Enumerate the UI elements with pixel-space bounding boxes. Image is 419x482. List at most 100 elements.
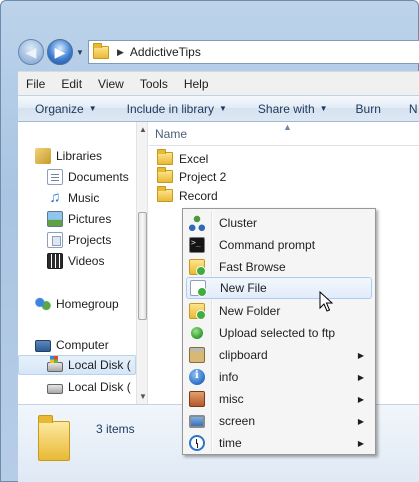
back-button[interactable]: ◀ — [18, 39, 44, 65]
homegroup-icon — [35, 296, 51, 312]
command-bar: Organize ▼ Include in library ▼ Share wi… — [18, 95, 419, 122]
column-header-name[interactable]: Name ▲ — [149, 122, 419, 146]
recent-pages-dropdown[interactable]: ▼ — [76, 48, 86, 58]
forward-button[interactable]: ▶ — [47, 39, 73, 65]
nav-item-pictures[interactable]: Pictures — [47, 209, 111, 229]
menu-item-cluster[interactable]: Cluster — [186, 212, 372, 234]
menu-item-label: misc — [219, 392, 244, 406]
menu-item-label: Command prompt — [219, 238, 316, 252]
documents-icon — [47, 169, 63, 185]
sort-ascending-icon: ▲ — [283, 122, 292, 132]
nav-item-label: Pictures — [68, 212, 112, 226]
misc-icon — [189, 391, 205, 407]
nav-libraries[interactable]: Libraries — [35, 146, 102, 166]
scroll-up-icon[interactable]: ▲ — [139, 125, 147, 134]
explorer-window: ◀ ▶ ▼ ▶ AddictiveTips File Edit View Too… — [0, 0, 419, 482]
scroll-thumb[interactable] — [138, 212, 147, 320]
menu-item-new-file[interactable]: New File — [186, 277, 372, 299]
computer-icon — [35, 340, 51, 352]
nav-pane-scrollbar[interactable]: ▲ ▼ — [136, 122, 148, 404]
nav-item-music[interactable]: ♫ Music — [47, 188, 99, 208]
menu-help[interactable]: Help — [176, 77, 217, 91]
share-with-label: Share with — [257, 101, 315, 116]
chevron-down-icon: ▼ — [88, 104, 97, 113]
ftp-upload-icon — [191, 327, 203, 339]
submenu-arrow-icon: ▶ — [357, 416, 364, 426]
menu-tools[interactable]: Tools — [132, 77, 176, 91]
address-bar[interactable]: ▶ AddictiveTips — [88, 40, 419, 64]
menu-item-upload-ftp[interactable]: Upload selected to ftp — [186, 322, 372, 344]
nav-drive-local-disk-2[interactable]: Local Disk ( — [47, 377, 131, 397]
menu-item-screen[interactable]: screen ▶ — [186, 410, 372, 432]
menu-item-info[interactable]: info ▶ — [186, 366, 372, 388]
clipboard-icon — [189, 347, 205, 363]
nav-item-projects[interactable]: Projects — [47, 230, 111, 250]
nav-computer-label: Computer — [56, 338, 109, 352]
menu-item-label: New File — [220, 281, 267, 295]
organize-label: Organize — [35, 101, 84, 116]
menu-item-label: Cluster — [219, 216, 258, 230]
windows-drive-icon — [47, 356, 63, 372]
context-menu: Cluster Command prompt Fast Browse New F… — [182, 208, 376, 455]
menu-item-label: time — [219, 436, 242, 450]
menu-item-label: New Folder — [219, 304, 281, 318]
menu-item-label: Upload selected to ftp — [219, 326, 336, 340]
chevron-down-icon: ▼ — [219, 104, 227, 113]
menu-item-misc[interactable]: misc ▶ — [186, 388, 372, 410]
nav-item-label: Projects — [68, 233, 112, 247]
burn-label: Burn — [355, 101, 381, 116]
nav-homegroup[interactable]: Homegroup — [35, 294, 119, 314]
menu-edit[interactable]: Edit — [53, 77, 90, 91]
list-item-label: Record — [179, 188, 218, 203]
menu-item-new-folder[interactable]: New Folder — [186, 300, 372, 322]
include-in-library-button[interactable]: Include in library ▼ — [127, 102, 227, 116]
nav-computer[interactable]: Computer — [35, 335, 109, 355]
list-item-label: Excel — [179, 151, 209, 166]
share-with-button[interactable]: Share with ▼ — [258, 102, 328, 116]
new-folder-icon — [189, 303, 206, 320]
nav-item-videos[interactable]: Videos — [47, 251, 104, 271]
burn-button[interactable]: Burn — [356, 102, 381, 116]
menu-item-label: screen — [219, 414, 256, 428]
menu-item-fast-browse[interactable]: Fast Browse — [186, 256, 372, 278]
organize-button[interactable]: Organize ▼ — [35, 102, 97, 116]
menu-file[interactable]: File — [18, 77, 53, 91]
folder-icon — [157, 167, 173, 183]
menu-item-label: Fast Browse — [219, 260, 286, 274]
submenu-arrow-icon: ▶ — [357, 350, 364, 360]
address-row: ◀ ▶ ▼ ▶ AddictiveTips — [18, 39, 419, 67]
fast-browse-icon — [189, 259, 206, 276]
back-arrow-icon: ◀ — [25, 43, 37, 60]
new-folder-command-label: N — [408, 101, 418, 116]
item-count: 3 items — [96, 422, 135, 436]
submenu-arrow-icon: ▶ — [357, 372, 364, 382]
info-icon — [189, 369, 205, 385]
screen-icon — [189, 414, 205, 428]
menu-item-label: info — [219, 370, 239, 384]
new-folder-command-button[interactable]: N — [409, 102, 418, 116]
nav-item-label: Videos — [68, 254, 105, 268]
cluster-icon — [189, 215, 205, 231]
breadcrumb-separator-icon[interactable]: ▶ — [117, 47, 124, 58]
menu-item-time[interactable]: time ▶ — [186, 432, 372, 454]
list-item[interactable]: Excel — [157, 149, 208, 168]
submenu-arrow-icon: ▶ — [357, 394, 364, 404]
folder-icon — [157, 149, 173, 165]
nav-libraries-label: Libraries — [56, 149, 103, 163]
list-item[interactable]: Project 2 — [157, 167, 226, 186]
libraries-icon — [35, 148, 51, 164]
menu-view[interactable]: View — [90, 77, 132, 91]
scroll-down-icon[interactable]: ▼ — [139, 392, 147, 401]
drive-icon — [47, 384, 63, 394]
new-file-icon — [190, 280, 207, 297]
breadcrumb-current[interactable]: AddictiveTips — [130, 45, 201, 59]
menu-item-label: clipboard — [219, 348, 268, 362]
mouse-cursor-icon — [319, 291, 333, 312]
menu-bar: File Edit View Tools Help — [18, 71, 419, 95]
nav-drive-local-disk-c[interactable]: Local Disk ( — [18, 355, 136, 375]
list-item[interactable]: Record — [157, 186, 218, 205]
menu-item-command-prompt[interactable]: Command prompt — [186, 234, 372, 256]
nav-item-documents[interactable]: Documents — [47, 167, 129, 187]
menu-item-clipboard[interactable]: clipboard ▶ — [186, 344, 372, 366]
time-icon — [189, 435, 205, 451]
